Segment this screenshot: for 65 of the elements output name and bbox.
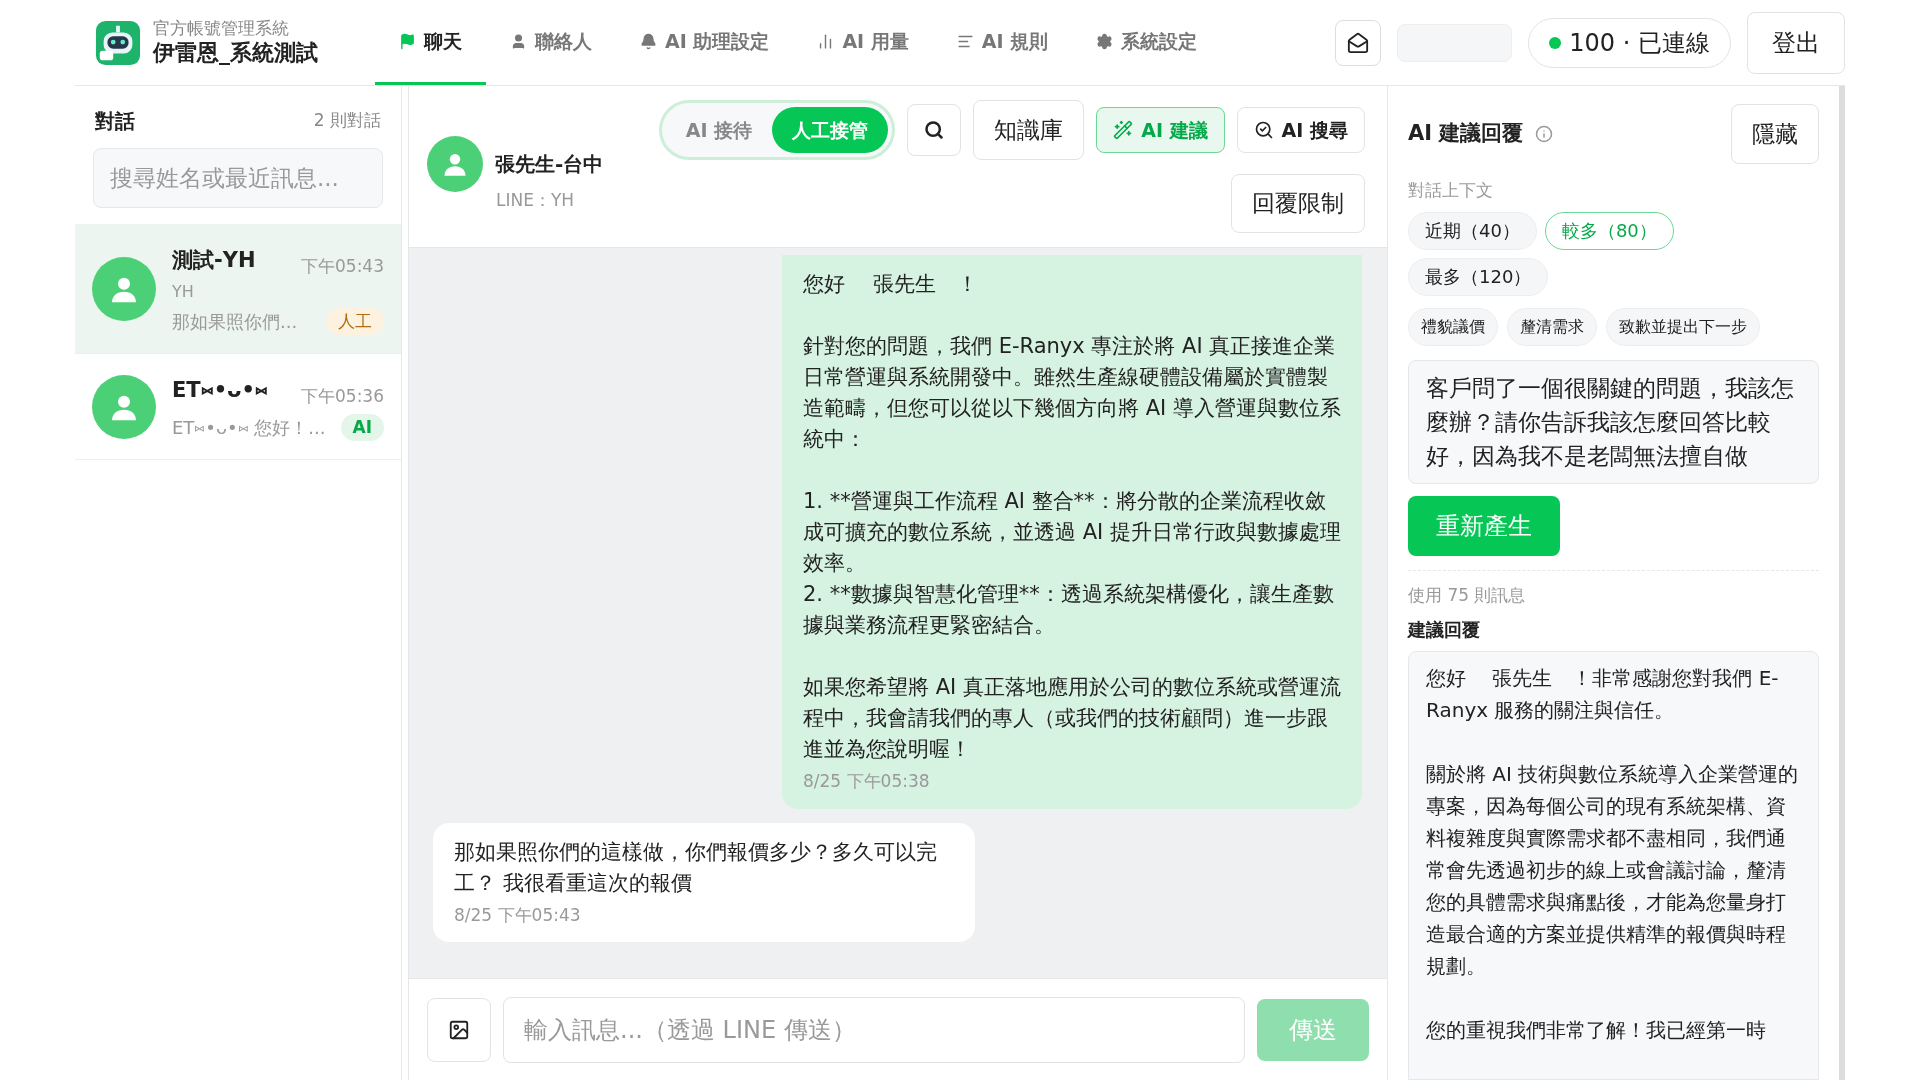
conversation-count: 2 則對話: [313, 109, 381, 133]
suggested-reply-text: 您好 張先生 ！非常感謝您對我們 E-Ranyx 服務的關注與信任。: [1426, 665, 1780, 724]
message-text: 1. **營運與工作流程 AI 整合**：將分散的企業流程收斂成可擴充的數位系統，並透過 AI 提升日常行政與數據處理效率。: [803, 488, 1341, 577]
search-button[interactable]: [907, 104, 962, 156]
suggested-reply-text: 關於將 AI 技術與數位系統導入企業營運的專案，因為每個公司的現有系統架構、資料複雜度與實際需求都不盡相同，我們通常會先透過初步的線上或會議討論，釐清您的具體需求與痛點後，才能為您量身打造最合適的方案並提供精準的報價與時程規劃。: [1426, 761, 1800, 980]
message-preview: ET⑅•ᴗ•⑅ 您好！...: [172, 415, 326, 440]
nav-tab[interactable]: AI 用量: [793, 0, 933, 85]
image-button[interactable]: [427, 997, 491, 1062]
bell-icon: [640, 32, 657, 50]
nav-tab[interactable]: 聯絡人: [486, 0, 616, 85]
image-icon: [448, 1018, 470, 1041]
message-text: 如果您希望將 AI 真正落地應用於公司的數位系統或營運流程中，我會請我們的專人（或我們的技術顧問）進一步跟進並為您說明喔！: [803, 674, 1341, 763]
connection-status: 100 · 已連線: [1528, 17, 1731, 68]
tool-button[interactable]: AI 搜尋: [1236, 107, 1365, 153]
mode-tag: AI: [340, 413, 384, 441]
message-time: 8/25 下午05:38: [803, 770, 931, 793]
search-icon: [924, 120, 945, 140]
message-time: 8/25 下午05:43: [454, 903, 582, 927]
usage-note: 使用 75 則訊息: [1408, 583, 1527, 607]
conversation-item[interactable]: 測試-YH 下午05:43 YH 那如果照你們... 人工: [75, 224, 401, 354]
sidebar-title: 對話: [95, 108, 135, 135]
contact-name: 測試-YH: [172, 247, 256, 274]
message-text: 2. **數據與智慧化管理**：透過系統架構優化，讓生產數據與業務流程更緊密結合。: [803, 581, 1335, 639]
contact-name: ET⑅•ᴗ•⑅: [172, 377, 268, 404]
contact-id: YH: [172, 280, 195, 303]
logout-button[interactable]: 登出: [1747, 11, 1845, 74]
context-chip[interactable]: 近期（40）: [1408, 211, 1537, 250]
contact-channel: LINE：YH: [496, 189, 576, 212]
panel-title: AI 建議回覆: [1408, 120, 1524, 147]
contact-name: 張先生-台中: [495, 151, 604, 178]
person-icon: [510, 32, 527, 50]
message-text: 針對您的問題，我們 E-Ranyx 專注於將 AI 真正接進企業日常營運與系統開發中。雖然生產線硬體設備屬於實體製造範疇，但您可以從以下幾個方向將 AI 導入營運與數位系統中：: [803, 333, 1341, 453]
app-title: 伊雷恩_系統測試: [153, 39, 318, 67]
nav-tab[interactable]: 系統設定: [1072, 0, 1222, 85]
robot-logo-icon: [95, 19, 141, 66]
section-label: 建議回覆: [1408, 618, 1481, 642]
info-icon: [1535, 124, 1554, 143]
context-chip[interactable]: 最多（120）: [1408, 257, 1549, 296]
message-text: 那如果照你們的這樣做，你們報價多少？多久可以完工？ 我很看重這次的報價: [454, 838, 938, 897]
section-label: 對話上下文: [1408, 179, 1494, 202]
search-icon: [1253, 120, 1274, 140]
hide-button[interactable]: 隱藏: [1731, 104, 1819, 164]
search-field[interactable]: 搜尋姓名或最近訊息...: [93, 148, 383, 208]
app-subtitle: 官方帳號管理系統: [153, 18, 290, 40]
quick-reply-chip[interactable]: 釐清需求: [1507, 307, 1597, 346]
flag-icon: [399, 32, 416, 50]
suggested-reply-text: 您的重視我們非常了解！我已經第一時: [1426, 1017, 1767, 1044]
quick-reply-chip[interactable]: 禮貌議價: [1408, 307, 1498, 346]
mail-button[interactable]: [1335, 19, 1382, 66]
message-preview: 那如果照你們...: [172, 309, 298, 334]
mail-icon: [1347, 31, 1370, 54]
message-time: 下午05:43: [301, 255, 384, 278]
quick-reply-chip[interactable]: 致歉並提出下一步: [1606, 307, 1760, 346]
mode-tag: 人工: [326, 307, 384, 335]
message-time: 下午05:36: [301, 385, 384, 408]
nav-tab[interactable]: 聊天: [375, 0, 486, 85]
message-text: 您好 張先生 ！: [803, 271, 979, 298]
reply-limit-button[interactable]: 回覆限制: [1231, 174, 1365, 233]
message-input[interactable]: 輸入訊息...（透過 LINE 傳送）: [503, 996, 1245, 1063]
nav-tab[interactable]: AI 規則: [932, 0, 1073, 85]
nav-tab[interactable]: AI 助理設定: [616, 0, 794, 85]
magic-wand-icon: [1113, 120, 1134, 140]
avatar: [427, 136, 483, 192]
prompt-field[interactable]: 客戶問了一個很關鍵的問題，我該怎麼辦？請你告訴我該怎麼回答比較好，因為我不是老闆無法擅自做: [1408, 359, 1819, 484]
tool-button[interactable]: 知識庫: [973, 100, 1085, 160]
